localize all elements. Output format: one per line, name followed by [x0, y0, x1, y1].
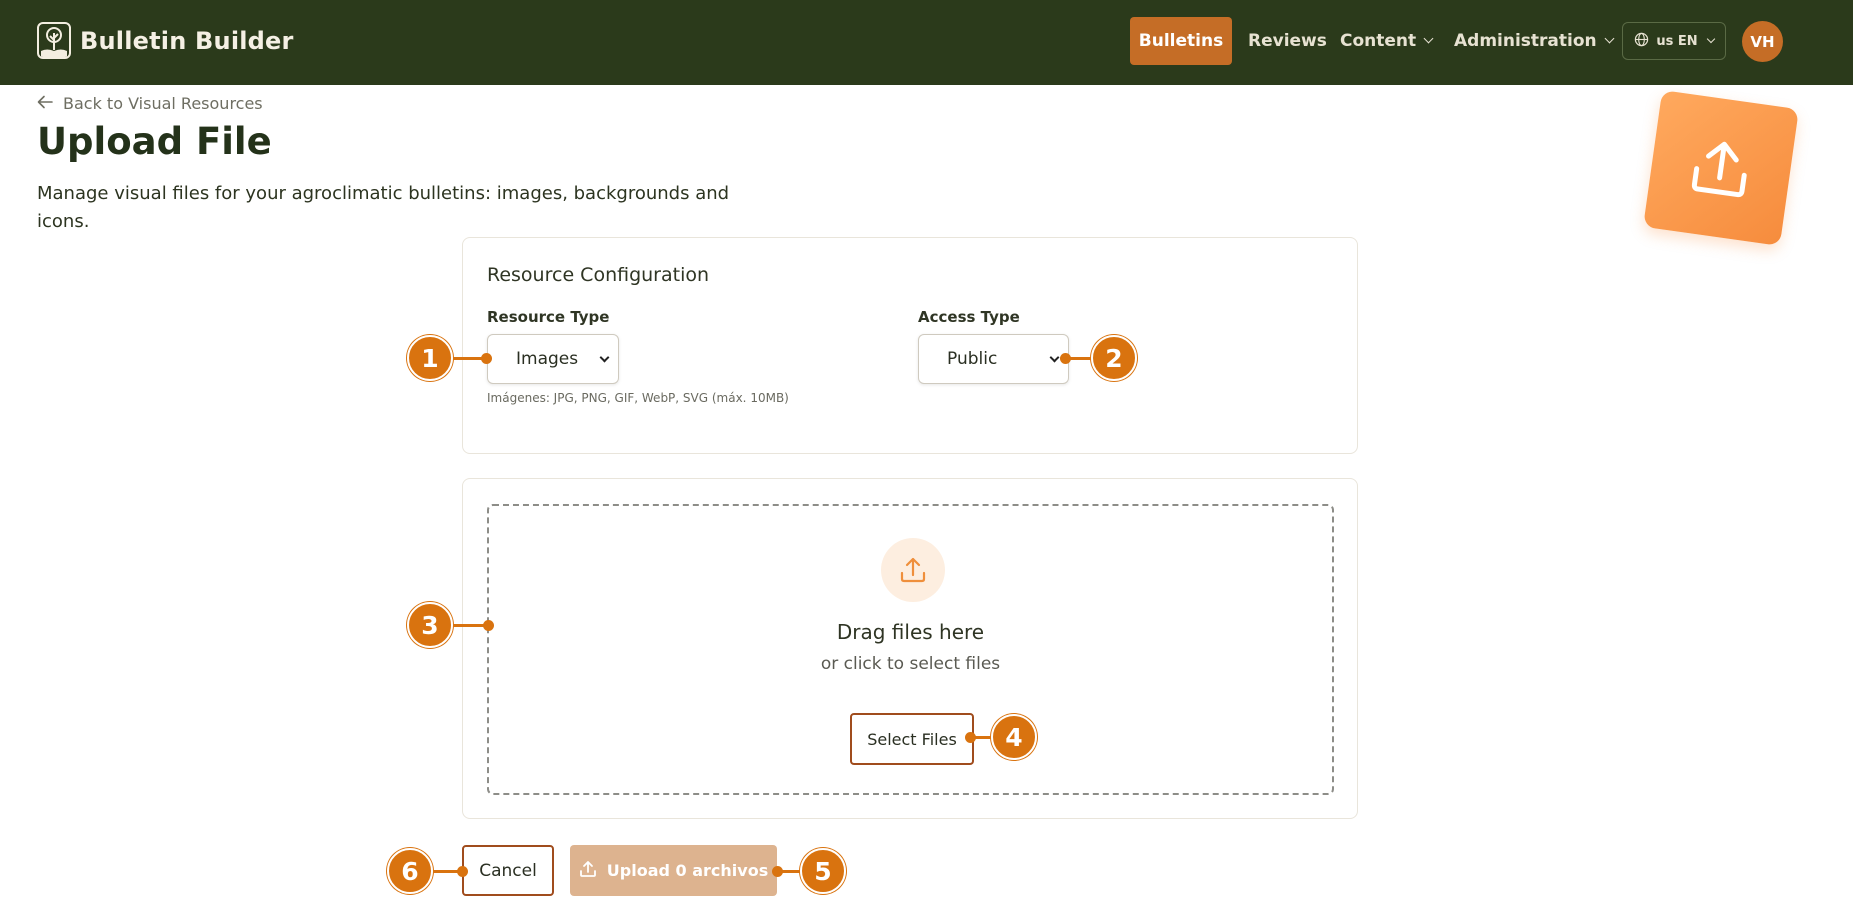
callout-6: 6	[387, 848, 433, 894]
chevron-down-icon	[1423, 33, 1434, 44]
upload-icon	[579, 860, 597, 882]
resource-config-card: Resource Configuration Resource Type Ima…	[462, 237, 1358, 454]
back-link[interactable]: Back to Visual Resources	[37, 94, 263, 113]
access-type-value: Public	[947, 349, 998, 369]
resource-type-label: Resource Type	[487, 308, 610, 326]
access-type-select[interactable]: Public	[918, 334, 1069, 384]
resource-type-value: Images	[516, 349, 579, 369]
nav-item-label: Reviews	[1248, 31, 1327, 51]
callout-4: 4	[991, 714, 1037, 760]
callout-1: 1	[407, 335, 453, 381]
nav-item-label: Content	[1340, 31, 1417, 51]
file-dropzone[interactable]: Drag files here or click to select files…	[487, 504, 1334, 795]
page-description: Manage visual files for your agroclimati…	[37, 183, 730, 232]
nav-item-administration[interactable]: Administration	[1454, 17, 1615, 65]
page-title: Upload File	[37, 120, 272, 163]
language-selector[interactable]: us EN	[1622, 22, 1726, 60]
nav-item-content[interactable]: Content	[1340, 17, 1434, 65]
arrow-left-icon	[37, 94, 53, 113]
upload-button[interactable]: Upload 0 archivos	[570, 845, 777, 896]
config-title: Resource Configuration	[487, 264, 710, 286]
dropzone-title: Drag files here	[836, 620, 985, 644]
dropzone-subtitle: or click to select files	[820, 654, 1001, 674]
language-label: us EN	[1656, 33, 1698, 49]
back-link-label: Back to Visual Resources	[63, 94, 263, 113]
callout-5: 5	[800, 848, 846, 894]
upload-tray-icon	[1691, 141, 1747, 198]
nav-item-bulletins[interactable]: Bulletins	[1130, 17, 1232, 65]
callout-3: 3	[407, 602, 453, 648]
tree-book-icon	[37, 22, 71, 59]
callout-2: 2	[1091, 335, 1137, 381]
access-type-label: Access Type	[918, 308, 1020, 326]
select-files-button[interactable]: Select Files	[850, 713, 974, 765]
cancel-button[interactable]: Cancel	[462, 845, 554, 896]
callout-leader-dot	[483, 620, 494, 631]
hero-upload-card	[1643, 90, 1799, 246]
chevron-down-icon	[1706, 34, 1715, 43]
upload-icon	[881, 538, 945, 602]
globe-icon	[1634, 32, 1649, 51]
top-navbar: Bulletin Builder Bulletins Reviews Conte…	[0, 0, 1853, 85]
callout-leader-dot	[457, 866, 468, 877]
callout-leader-dot	[965, 732, 976, 743]
nav-item-label: Bulletins	[1138, 31, 1224, 51]
upload-button-label: Upload 0 archivos	[606, 861, 769, 880]
brand[interactable]: Bulletin Builder	[37, 22, 294, 59]
callout-leader-dot	[481, 353, 492, 364]
user-avatar[interactable]: VH	[1742, 21, 1783, 62]
resource-type-hint: Imágenes: JPG, PNG, GIF, WebP, SVG (máx.…	[487, 391, 789, 405]
callout-leader-dot	[772, 866, 783, 877]
resource-type-select[interactable]: Images	[487, 334, 619, 384]
upload-card: Drag files here or click to select files…	[462, 478, 1358, 819]
nav-item-label: Administration	[1454, 31, 1597, 51]
chevron-down-icon	[599, 352, 610, 363]
nav-item-reviews[interactable]: Reviews	[1248, 17, 1327, 65]
callout-leader-dot	[1060, 353, 1071, 364]
chevron-down-icon	[1604, 33, 1615, 44]
brand-name: Bulletin Builder	[80, 26, 294, 55]
chevron-down-icon	[1049, 352, 1060, 363]
